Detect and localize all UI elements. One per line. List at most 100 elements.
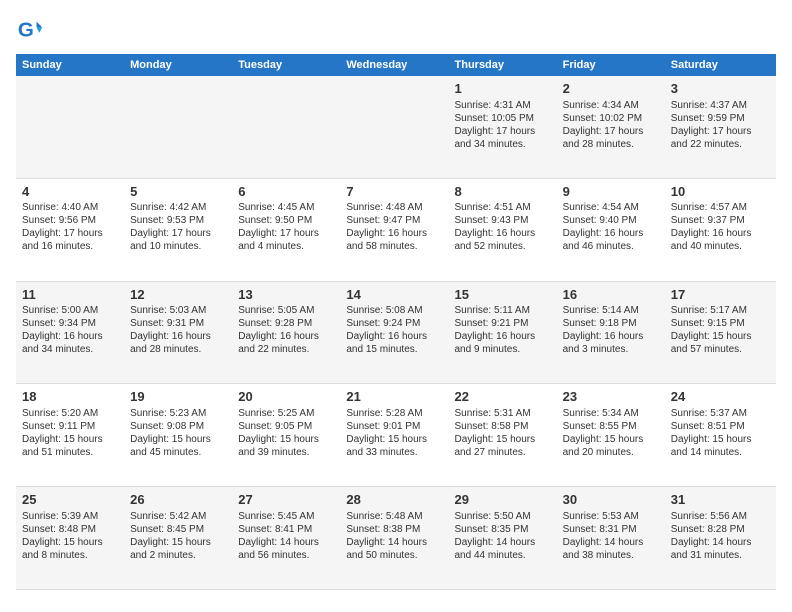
- calendar-cell: 10Sunrise: 4:57 AM Sunset: 9:37 PM Dayli…: [665, 178, 776, 281]
- day-number: 18: [22, 388, 118, 406]
- calendar-cell: 8Sunrise: 4:51 AM Sunset: 9:43 PM Daylig…: [449, 178, 557, 281]
- day-number: 30: [563, 491, 659, 509]
- day-info: Sunrise: 5:08 AM Sunset: 9:24 PM Dayligh…: [346, 304, 442, 356]
- day-info: Sunrise: 5:14 AM Sunset: 9:18 PM Dayligh…: [563, 304, 659, 356]
- day-info: Sunrise: 5:56 AM Sunset: 8:28 PM Dayligh…: [671, 510, 770, 562]
- col-header-friday: Friday: [557, 54, 665, 76]
- day-number: 17: [671, 286, 770, 304]
- day-number: 9: [563, 183, 659, 201]
- day-number: 4: [22, 183, 118, 201]
- calendar-cell: 25Sunrise: 5:39 AM Sunset: 8:48 PM Dayli…: [16, 487, 124, 590]
- calendar-cell: 26Sunrise: 5:42 AM Sunset: 8:45 PM Dayli…: [124, 487, 232, 590]
- day-number: 16: [563, 286, 659, 304]
- calendar-cell: 18Sunrise: 5:20 AM Sunset: 9:11 PM Dayli…: [16, 384, 124, 487]
- calendar-cell: 4Sunrise: 4:40 AM Sunset: 9:56 PM Daylig…: [16, 178, 124, 281]
- day-info: Sunrise: 5:03 AM Sunset: 9:31 PM Dayligh…: [130, 304, 226, 356]
- week-row-3: 18Sunrise: 5:20 AM Sunset: 9:11 PM Dayli…: [16, 384, 776, 487]
- day-info: Sunrise: 4:45 AM Sunset: 9:50 PM Dayligh…: [238, 201, 334, 253]
- day-info: Sunrise: 5:42 AM Sunset: 8:45 PM Dayligh…: [130, 510, 226, 562]
- day-info: Sunrise: 5:17 AM Sunset: 9:15 PM Dayligh…: [671, 304, 770, 356]
- day-info: Sunrise: 5:23 AM Sunset: 9:08 PM Dayligh…: [130, 407, 226, 459]
- calendar-cell: 11Sunrise: 5:00 AM Sunset: 9:34 PM Dayli…: [16, 281, 124, 384]
- calendar-cell: 9Sunrise: 4:54 AM Sunset: 9:40 PM Daylig…: [557, 178, 665, 281]
- col-header-saturday: Saturday: [665, 54, 776, 76]
- calendar-cell: 24Sunrise: 5:37 AM Sunset: 8:51 PM Dayli…: [665, 384, 776, 487]
- week-row-1: 4Sunrise: 4:40 AM Sunset: 9:56 PM Daylig…: [16, 178, 776, 281]
- day-info: Sunrise: 5:20 AM Sunset: 9:11 PM Dayligh…: [22, 407, 118, 459]
- day-info: Sunrise: 5:39 AM Sunset: 8:48 PM Dayligh…: [22, 510, 118, 562]
- week-row-2: 11Sunrise: 5:00 AM Sunset: 9:34 PM Dayli…: [16, 281, 776, 384]
- logo-icon: G: [16, 16, 44, 44]
- day-number: 23: [563, 388, 659, 406]
- calendar-cell: 15Sunrise: 5:11 AM Sunset: 9:21 PM Dayli…: [449, 281, 557, 384]
- svg-text:G: G: [18, 19, 34, 42]
- day-number: 31: [671, 491, 770, 509]
- day-info: Sunrise: 5:37 AM Sunset: 8:51 PM Dayligh…: [671, 407, 770, 459]
- calendar-cell: [232, 76, 340, 178]
- col-header-tuesday: Tuesday: [232, 54, 340, 76]
- day-number: 5: [130, 183, 226, 201]
- day-info: Sunrise: 5:50 AM Sunset: 8:35 PM Dayligh…: [455, 510, 551, 562]
- calendar-cell: 31Sunrise: 5:56 AM Sunset: 8:28 PM Dayli…: [665, 487, 776, 590]
- day-info: Sunrise: 5:05 AM Sunset: 9:28 PM Dayligh…: [238, 304, 334, 356]
- calendar-cell: 20Sunrise: 5:25 AM Sunset: 9:05 PM Dayli…: [232, 384, 340, 487]
- calendar-cell: [124, 76, 232, 178]
- calendar-cell: 16Sunrise: 5:14 AM Sunset: 9:18 PM Dayli…: [557, 281, 665, 384]
- day-number: 12: [130, 286, 226, 304]
- calendar-cell: 12Sunrise: 5:03 AM Sunset: 9:31 PM Dayli…: [124, 281, 232, 384]
- day-info: Sunrise: 4:57 AM Sunset: 9:37 PM Dayligh…: [671, 201, 770, 253]
- calendar-cell: [340, 76, 448, 178]
- col-header-monday: Monday: [124, 54, 232, 76]
- calendar-cell: 22Sunrise: 5:31 AM Sunset: 8:58 PM Dayli…: [449, 384, 557, 487]
- day-number: 27: [238, 491, 334, 509]
- day-number: 7: [346, 183, 442, 201]
- calendar-cell: [16, 76, 124, 178]
- calendar-cell: 3Sunrise: 4:37 AM Sunset: 9:59 PM Daylig…: [665, 76, 776, 178]
- day-number: 1: [455, 80, 551, 98]
- header: G: [16, 16, 776, 44]
- day-number: 24: [671, 388, 770, 406]
- week-row-4: 25Sunrise: 5:39 AM Sunset: 8:48 PM Dayli…: [16, 487, 776, 590]
- page: G SundayMondayTuesdayWednesdayThursdayFr…: [0, 0, 792, 612]
- day-number: 3: [671, 80, 770, 98]
- day-number: 21: [346, 388, 442, 406]
- calendar-cell: 5Sunrise: 4:42 AM Sunset: 9:53 PM Daylig…: [124, 178, 232, 281]
- col-header-thursday: Thursday: [449, 54, 557, 76]
- day-info: Sunrise: 4:51 AM Sunset: 9:43 PM Dayligh…: [455, 201, 551, 253]
- calendar-cell: 6Sunrise: 4:45 AM Sunset: 9:50 PM Daylig…: [232, 178, 340, 281]
- day-number: 11: [22, 286, 118, 304]
- day-number: 25: [22, 491, 118, 509]
- day-info: Sunrise: 5:34 AM Sunset: 8:55 PM Dayligh…: [563, 407, 659, 459]
- calendar-cell: 28Sunrise: 5:48 AM Sunset: 8:38 PM Dayli…: [340, 487, 448, 590]
- day-info: Sunrise: 5:45 AM Sunset: 8:41 PM Dayligh…: [238, 510, 334, 562]
- day-number: 15: [455, 286, 551, 304]
- day-number: 14: [346, 286, 442, 304]
- calendar-cell: 30Sunrise: 5:53 AM Sunset: 8:31 PM Dayli…: [557, 487, 665, 590]
- day-info: Sunrise: 4:48 AM Sunset: 9:47 PM Dayligh…: [346, 201, 442, 253]
- day-info: Sunrise: 4:31 AM Sunset: 10:05 PM Daylig…: [455, 99, 551, 151]
- calendar-cell: 7Sunrise: 4:48 AM Sunset: 9:47 PM Daylig…: [340, 178, 448, 281]
- calendar-table: SundayMondayTuesdayWednesdayThursdayFrid…: [16, 54, 776, 590]
- calendar-cell: 13Sunrise: 5:05 AM Sunset: 9:28 PM Dayli…: [232, 281, 340, 384]
- day-number: 19: [130, 388, 226, 406]
- calendar-cell: 27Sunrise: 5:45 AM Sunset: 8:41 PM Dayli…: [232, 487, 340, 590]
- day-number: 8: [455, 183, 551, 201]
- day-info: Sunrise: 4:34 AM Sunset: 10:02 PM Daylig…: [563, 99, 659, 151]
- calendar-cell: 29Sunrise: 5:50 AM Sunset: 8:35 PM Dayli…: [449, 487, 557, 590]
- day-info: Sunrise: 4:37 AM Sunset: 9:59 PM Dayligh…: [671, 99, 770, 151]
- header-row: SundayMondayTuesdayWednesdayThursdayFrid…: [16, 54, 776, 76]
- day-number: 2: [563, 80, 659, 98]
- day-number: 10: [671, 183, 770, 201]
- day-number: 20: [238, 388, 334, 406]
- day-number: 6: [238, 183, 334, 201]
- day-info: Sunrise: 5:25 AM Sunset: 9:05 PM Dayligh…: [238, 407, 334, 459]
- day-info: Sunrise: 5:28 AM Sunset: 9:01 PM Dayligh…: [346, 407, 442, 459]
- calendar-cell: 23Sunrise: 5:34 AM Sunset: 8:55 PM Dayli…: [557, 384, 665, 487]
- day-info: Sunrise: 5:11 AM Sunset: 9:21 PM Dayligh…: [455, 304, 551, 356]
- day-info: Sunrise: 4:42 AM Sunset: 9:53 PM Dayligh…: [130, 201, 226, 253]
- col-header-wednesday: Wednesday: [340, 54, 448, 76]
- day-number: 22: [455, 388, 551, 406]
- day-number: 26: [130, 491, 226, 509]
- day-info: Sunrise: 5:00 AM Sunset: 9:34 PM Dayligh…: [22, 304, 118, 356]
- day-number: 29: [455, 491, 551, 509]
